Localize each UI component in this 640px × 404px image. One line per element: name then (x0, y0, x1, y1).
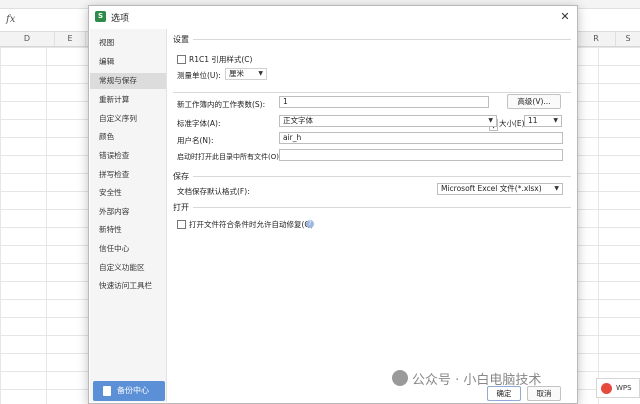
advanced-button[interactable]: 高级(V)... (507, 94, 561, 109)
column-header-s[interactable]: S (616, 32, 640, 46)
unit-select[interactable]: 厘米 ▼ (225, 68, 267, 80)
wps-logo-icon (601, 383, 612, 394)
sidebar-item-color[interactable]: 颜色 (90, 129, 166, 145)
wechat-icon (392, 370, 408, 386)
sidebar-item-general-save[interactable]: 常规与保存 (90, 73, 166, 89)
options-sidebar: 视图 编辑 常规与保存 重新计算 自定义序列 颜色 错误检查 拼写检查 安全性 … (90, 29, 167, 402)
sidebar-item-view[interactable]: 视图 (90, 35, 166, 51)
backup-center-label: 备份中心 (117, 386, 149, 395)
help-icon[interactable]: ? (306, 220, 314, 228)
startup-folder-input[interactable] (279, 149, 563, 161)
dialog-title: 选项 (111, 14, 130, 24)
sidebar-item-edit[interactable]: 编辑 (90, 54, 166, 70)
username-label: 用户名(N): (177, 136, 214, 145)
watermark-text: 公众号 · 小白电脑技术 (412, 373, 542, 388)
default-format-label: 文档保存默认格式(F): (177, 187, 250, 196)
sheets-count-input[interactable]: 1 (279, 96, 489, 108)
section-title-open: 打开 (173, 203, 189, 212)
options-content: 设置 R1C1 引用样式(C) 测量单位(U): 厘米 ▼ 新工作簿内的工作表数… (167, 29, 577, 402)
unit-label: 测量单位(U): (177, 71, 221, 80)
fx-icon[interactable]: fx (6, 14, 15, 25)
font-size-select[interactable]: 11 ▼ (524, 115, 562, 127)
sidebar-item-spell-check[interactable]: 拼写检查 (90, 167, 166, 183)
sidebar-item-quick-access-toolbar[interactable]: 快速访问工具栏 (90, 278, 166, 294)
r1c1-checkbox[interactable] (177, 55, 186, 64)
section-divider (173, 92, 571, 93)
sidebar-item-trust-center[interactable]: 信任中心 (90, 241, 166, 257)
cancel-button[interactable]: 取消 (527, 386, 561, 401)
section-divider (193, 39, 571, 40)
auto-repair-label: 打开文件符合条件时允许自动修复(Q) (189, 220, 314, 229)
unit-value: 厘米 (229, 69, 244, 78)
backup-icon (103, 386, 111, 396)
chevron-down-icon: ▼ (554, 185, 559, 192)
standard-font-select[interactable]: 正文字体 ▼ (279, 115, 497, 127)
sidebar-item-new-features[interactable]: 新特性 (90, 222, 166, 238)
section-title-settings: 设置 (173, 35, 189, 44)
r1c1-label: R1C1 引用样式(C) (189, 55, 253, 64)
font-size-value: 11 (528, 116, 538, 125)
sidebar-item-customize-ribbon[interactable]: 自定义功能区 (90, 260, 166, 276)
chevron-down-icon: ▼ (258, 70, 263, 77)
sidebar-item-custom-lists[interactable]: 自定义序列 (90, 111, 166, 127)
sidebar-item-security[interactable]: 安全性 (90, 185, 166, 201)
section-divider (193, 207, 571, 208)
sidebar-item-external-content[interactable]: 外部内容 (90, 204, 166, 220)
dialog-titlebar: S 选项 ✕ (89, 6, 577, 28)
chevron-down-icon: ▼ (488, 117, 493, 124)
backup-center-button[interactable]: 备份中心 (93, 381, 165, 401)
default-format-value: Microsoft Excel 文件(*.xlsx) (441, 184, 542, 193)
default-format-select[interactable]: Microsoft Excel 文件(*.xlsx) ▼ (437, 183, 563, 195)
auto-repair-checkbox[interactable] (177, 220, 186, 229)
ok-button[interactable]: 确定 (487, 386, 521, 401)
wps-badge-label: WPS (616, 384, 632, 392)
wps-badge[interactable]: WPS (596, 378, 640, 398)
column-header-e[interactable]: E (55, 32, 86, 46)
sidebar-item-error-check[interactable]: 错误检查 (90, 148, 166, 164)
standard-font-value: 正文字体 (283, 116, 313, 125)
section-title-save: 保存 (173, 172, 189, 181)
font-size-label: 大小(E): (499, 119, 528, 128)
startup-folder-label: 启动时打开此目录中所有文件(O): (177, 153, 282, 161)
column-header-r[interactable]: R (577, 32, 616, 46)
sidebar-item-recalculate[interactable]: 重新计算 (90, 92, 166, 108)
chevron-down-icon: ▼ (553, 117, 558, 124)
section-divider (193, 176, 571, 177)
username-input[interactable]: air_h (279, 132, 563, 144)
wps-spreadsheet-icon: S (95, 11, 106, 22)
standard-font-label: 标准字体(A): (177, 119, 221, 128)
options-dialog: S 选项 ✕ 视图 编辑 常规与保存 重新计算 自定义序列 颜色 错误检查 拼写… (88, 5, 578, 404)
sheets-count-label: 新工作簿内的工作表数(S): (177, 100, 266, 109)
close-icon[interactable]: ✕ (557, 9, 573, 25)
column-header-d[interactable]: D (0, 32, 55, 46)
